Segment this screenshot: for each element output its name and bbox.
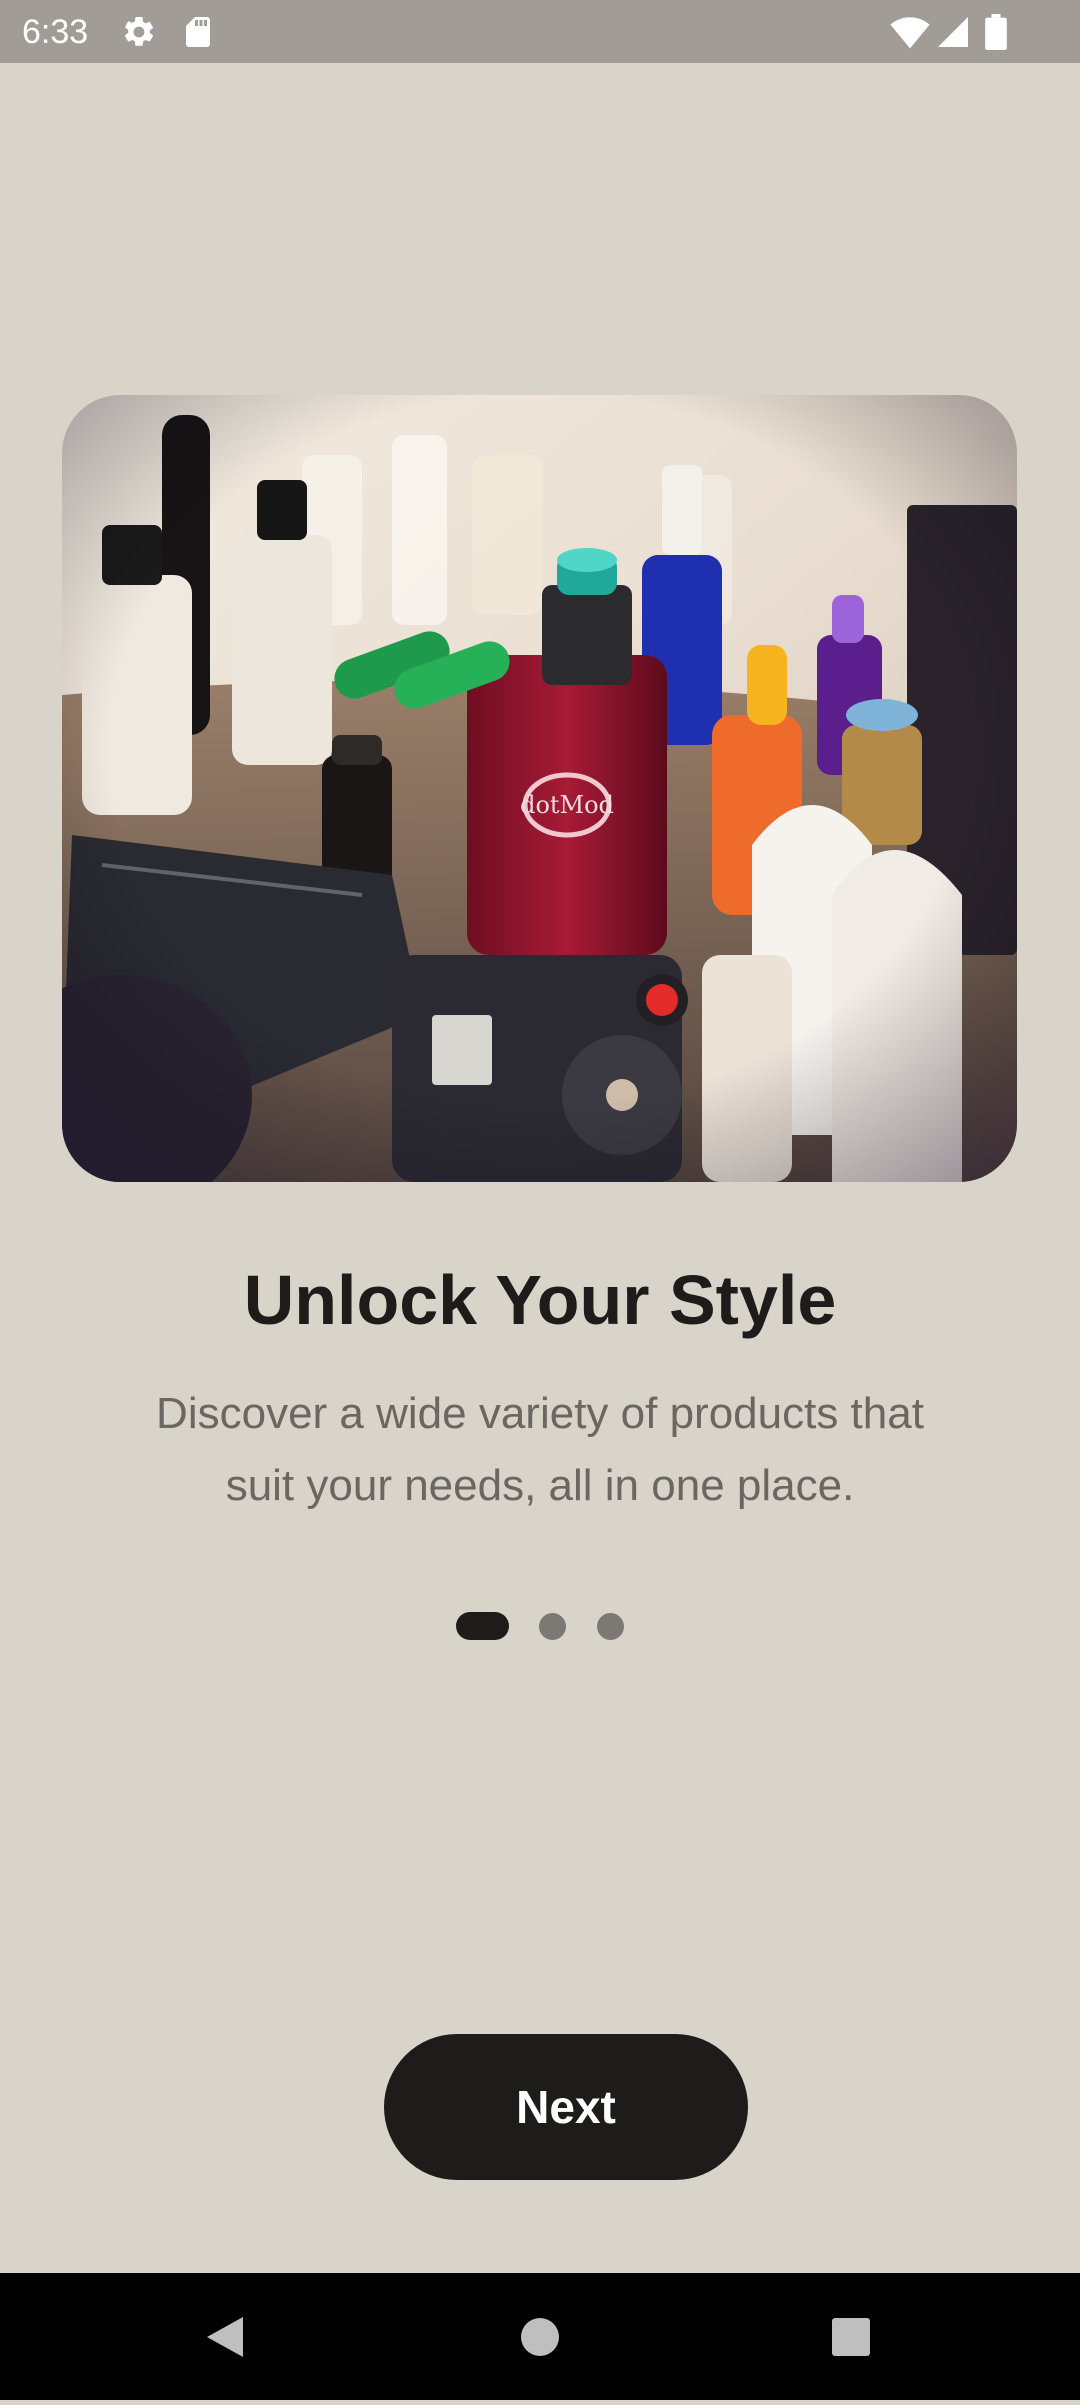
- onboarding-description: Discover a wide variety of products that…: [156, 1389, 924, 1510]
- battery-icon: [985, 14, 1007, 51]
- page-indicator: [0, 1612, 1080, 1640]
- page-indicator-dot: [597, 1613, 624, 1640]
- gear-icon: [121, 14, 157, 50]
- onboarding-hero-image: dotMod: [62, 395, 1017, 1182]
- status-time: 6:33: [22, 13, 89, 51]
- wifi-icon: [890, 14, 930, 50]
- page-indicator-dot: [539, 1613, 566, 1640]
- status-bar: 6:33: [0, 0, 1080, 63]
- next-button[interactable]: Next: [384, 2034, 748, 2180]
- back-icon[interactable]: [165, 2273, 285, 2400]
- page-indicator-dot-active: [456, 1612, 509, 1640]
- system-nav-bar: [0, 2273, 1080, 2400]
- signal-icon: [935, 14, 971, 50]
- home-icon[interactable]: [480, 2273, 600, 2400]
- onboarding-title: Unlock Your Style: [243, 1261, 837, 1339]
- recents-icon[interactable]: [791, 2273, 911, 2400]
- sd-card-icon: [180, 14, 216, 50]
